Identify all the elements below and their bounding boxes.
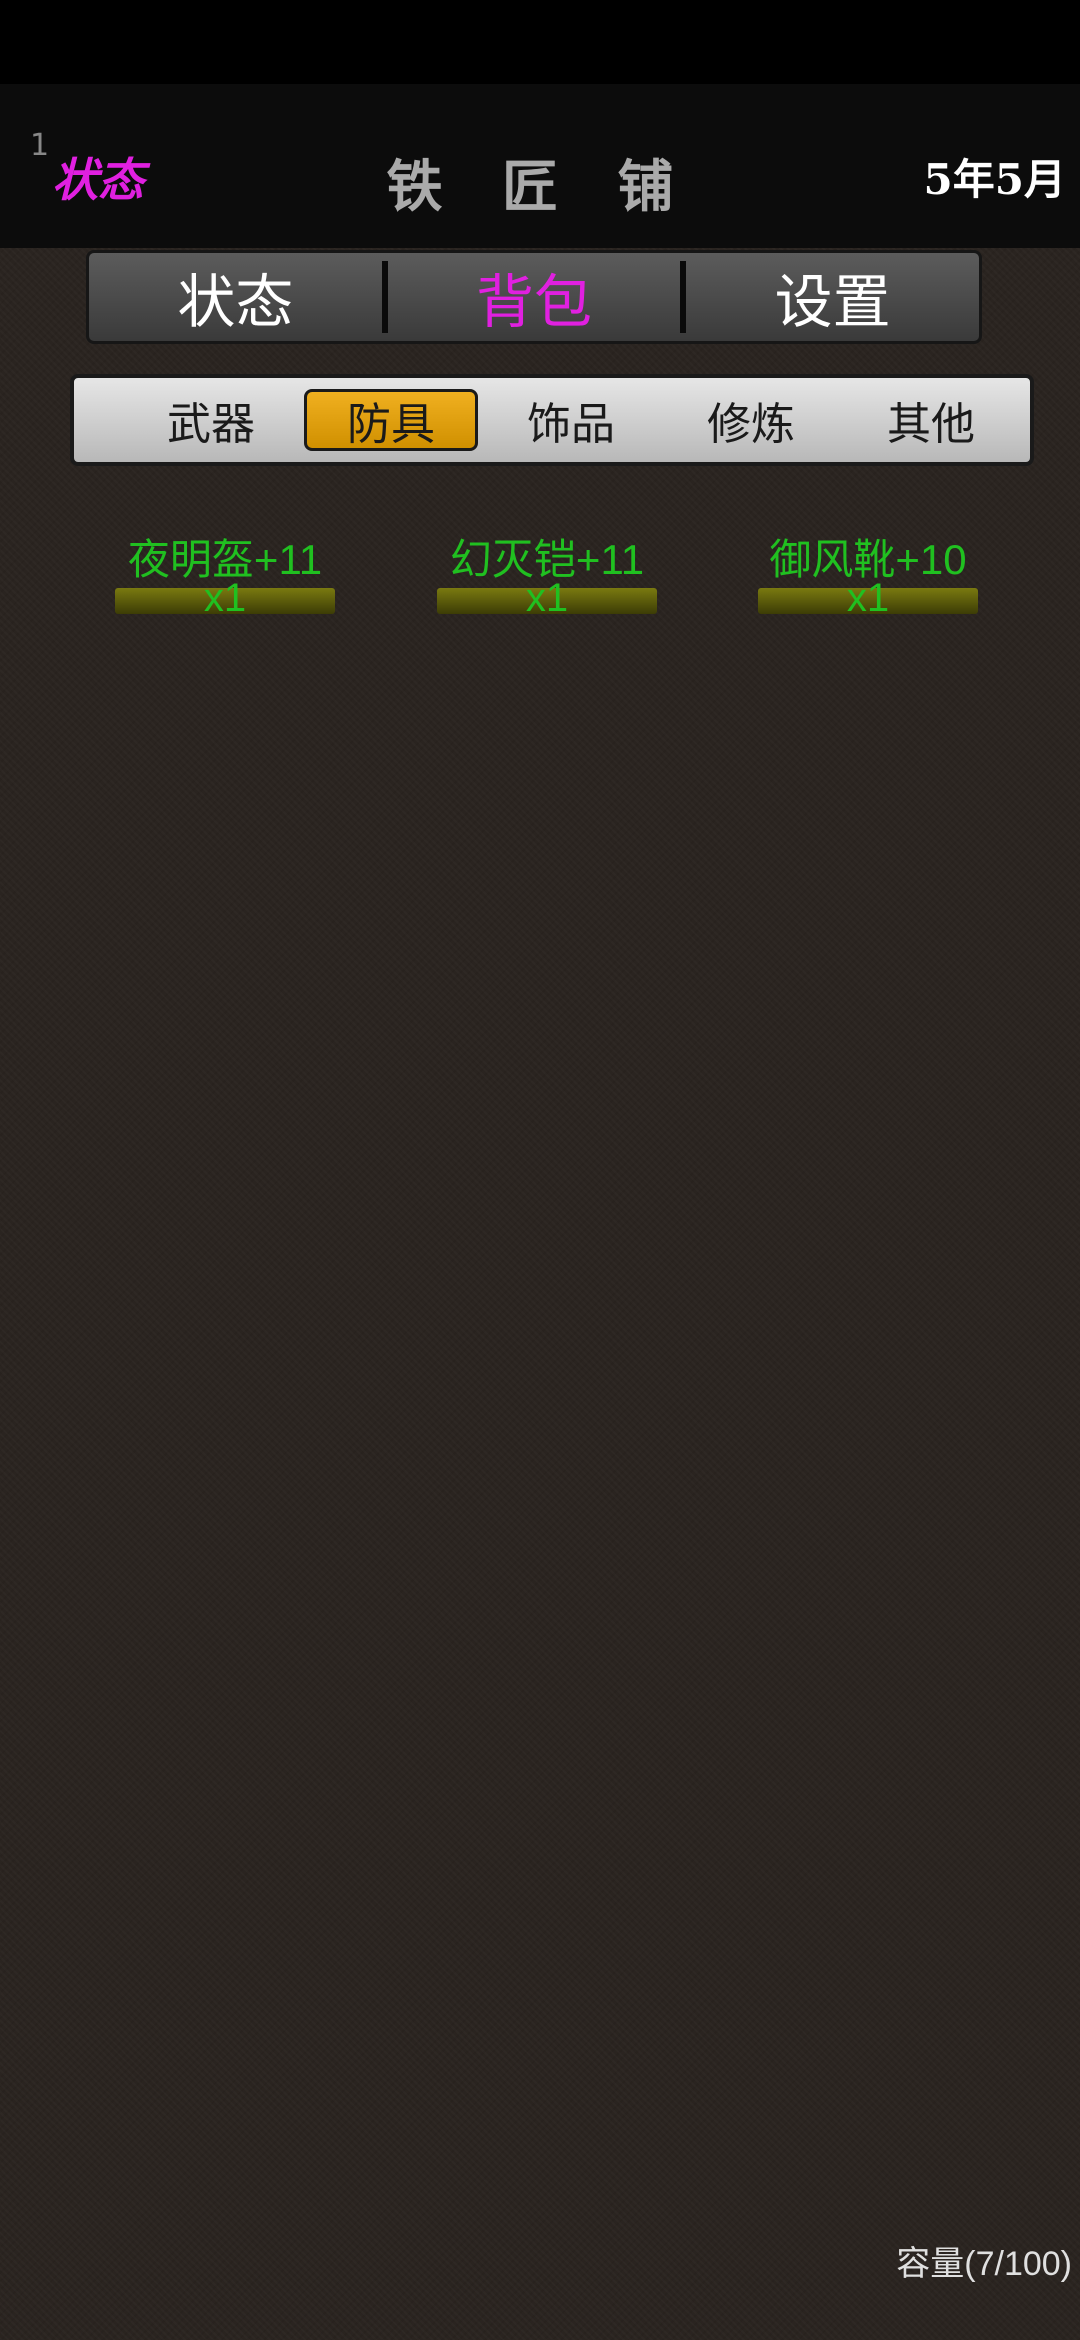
inventory-item[interactable]: 幻灭铠+11 x1	[437, 526, 657, 620]
main-tab-bar: 状态 背包 设置	[86, 250, 982, 344]
item-count: x1	[846, 576, 890, 620]
game-date: 5年5月	[923, 155, 1066, 204]
tab-status[interactable]: 状态	[89, 253, 382, 341]
category-tab-bar: 武器 防具 饰品 修炼 其他	[70, 374, 1034, 466]
category-tab-other[interactable]: 其他	[844, 389, 1018, 451]
tab-settings[interactable]: 设置	[686, 253, 979, 341]
item-count: x1	[203, 576, 247, 620]
header: 1 状态 铁 匠 铺 5年5月	[0, 84, 1080, 248]
item-count: x1	[525, 576, 569, 620]
page-title: 铁 匠 铺	[386, 154, 694, 220]
category-tab-weapons[interactable]: 武器	[124, 389, 298, 451]
status-bar	[0, 0, 1080, 84]
category-tab-armor[interactable]: 防具	[304, 389, 478, 451]
inventory-item[interactable]: 御风靴+10 x1	[758, 526, 978, 620]
inventory-capacity: 容量(7/100)	[896, 2245, 1072, 2283]
category-tab-training[interactable]: 修炼	[664, 389, 838, 451]
category-tab-accessories[interactable]: 饰品	[484, 389, 658, 451]
tab-inventory[interactable]: 背包	[388, 253, 681, 341]
inventory-item[interactable]: 夜明盔+11 x1	[115, 526, 335, 620]
